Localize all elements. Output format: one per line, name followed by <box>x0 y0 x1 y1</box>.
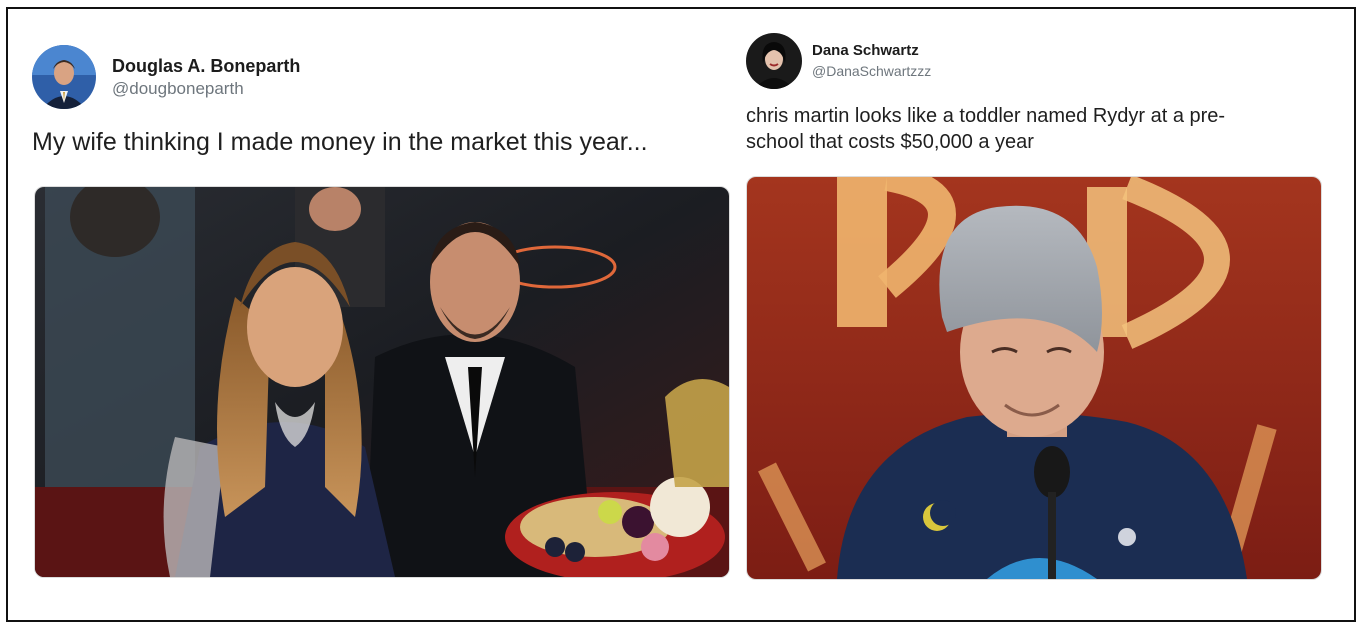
avatar[interactable] <box>32 45 96 109</box>
author-names: Dana Schwartz @DanaSchwartzzz <box>812 41 931 81</box>
tweet-photo[interactable] <box>34 186 730 578</box>
tweet-header: Douglas A. Boneparth @dougboneparth <box>32 45 730 109</box>
tweet-text: chris martin looks like a toddler named … <box>746 105 1226 153</box>
tweet-header: Dana Schwartz @DanaSchwartzzz <box>746 33 1322 89</box>
author-names: Douglas A. Boneparth @dougboneparth <box>112 54 300 100</box>
tweet-boneparth[interactable]: Douglas A. Boneparth @dougboneparth My w… <box>32 45 730 578</box>
screenshot-frame: Douglas A. Boneparth @dougboneparth My w… <box>6 7 1356 622</box>
tweet-photo[interactable] <box>746 176 1322 580</box>
tweet-schwartz[interactable]: Dana Schwartz @DanaSchwartzzz chris mart… <box>746 33 1322 580</box>
handle[interactable]: @DanaSchwartzzz <box>812 61 931 81</box>
handle[interactable]: @dougboneparth <box>112 78 300 100</box>
avatar[interactable] <box>746 33 802 89</box>
display-name[interactable]: Douglas A. Boneparth <box>112 54 300 78</box>
tweet-text: My wife thinking I made money in the mar… <box>32 128 648 156</box>
display-name[interactable]: Dana Schwartz <box>812 41 931 61</box>
